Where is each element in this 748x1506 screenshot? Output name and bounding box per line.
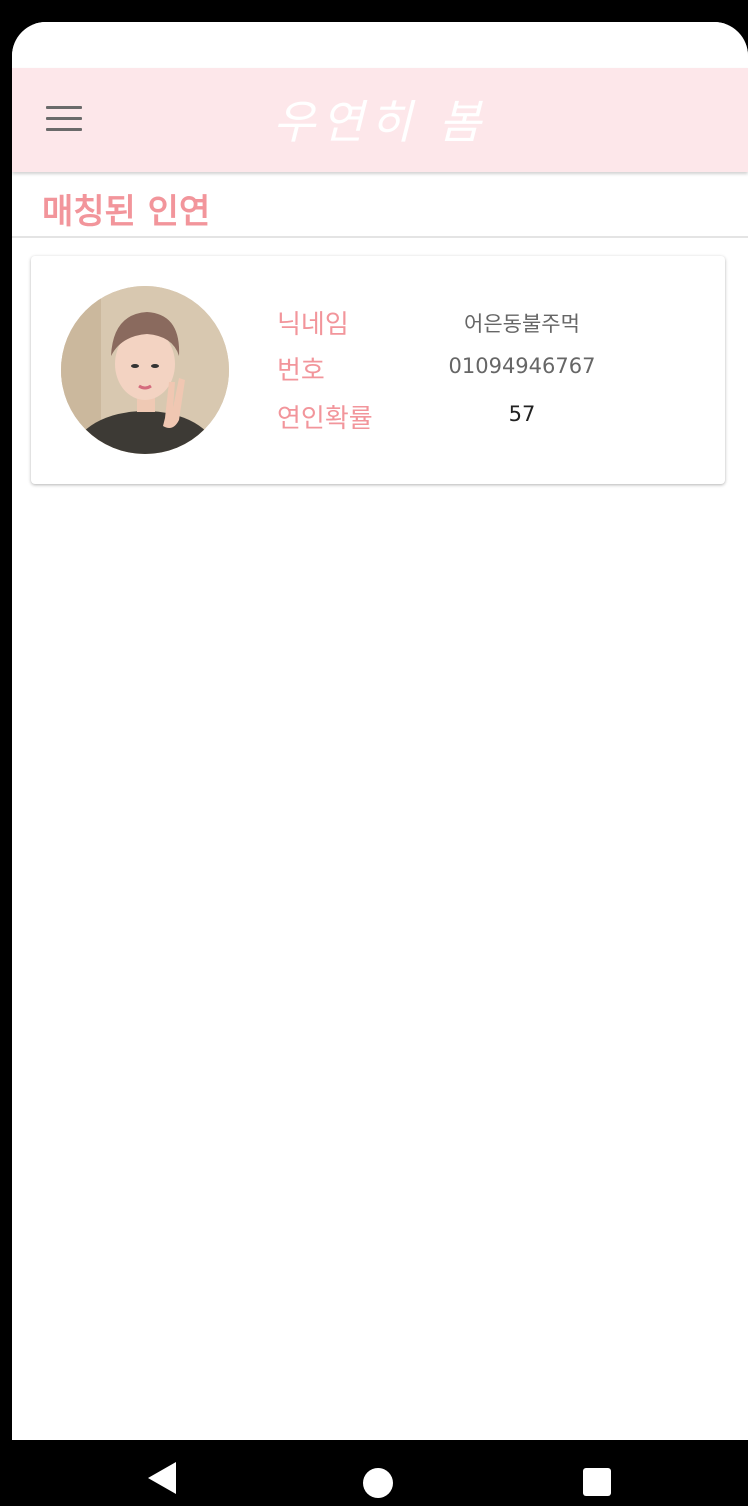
probability-label: 연인확률	[277, 404, 373, 434]
app-bar: 우연히 봄	[12, 68, 748, 172]
phone-label: 번호	[277, 356, 325, 386]
nickname-row: 닉네임 어은동불주먹	[277, 304, 697, 344]
back-icon[interactable]	[148, 1462, 178, 1494]
probability-value: 57	[508, 402, 536, 426]
phone-screen: 우연히 봄 매칭된 인연 닉네임 어은동불주먹 번호 01094946767 연…	[12, 22, 748, 1440]
page-title: 매칭된 인연	[42, 192, 211, 232]
home-icon[interactable]	[363, 1468, 393, 1498]
avatar	[61, 286, 229, 454]
nickname-value: 어은동불주먹	[464, 312, 580, 336]
status-bar	[12, 22, 748, 68]
nickname-label: 닉네임	[277, 310, 349, 340]
recent-apps-icon[interactable]	[583, 1468, 611, 1496]
profile-photo	[61, 286, 229, 454]
match-card[interactable]: 닉네임 어은동불주먹 번호 01094946767 연인확률 57	[31, 256, 725, 484]
divider	[12, 236, 748, 238]
system-nav-bar	[0, 1440, 748, 1506]
app-title: 우연히 봄	[273, 95, 487, 149]
phone-value: 01094946767	[448, 354, 596, 378]
phone-row: 번호 01094946767	[277, 350, 697, 390]
probability-row: 연인확률 57	[277, 398, 697, 438]
